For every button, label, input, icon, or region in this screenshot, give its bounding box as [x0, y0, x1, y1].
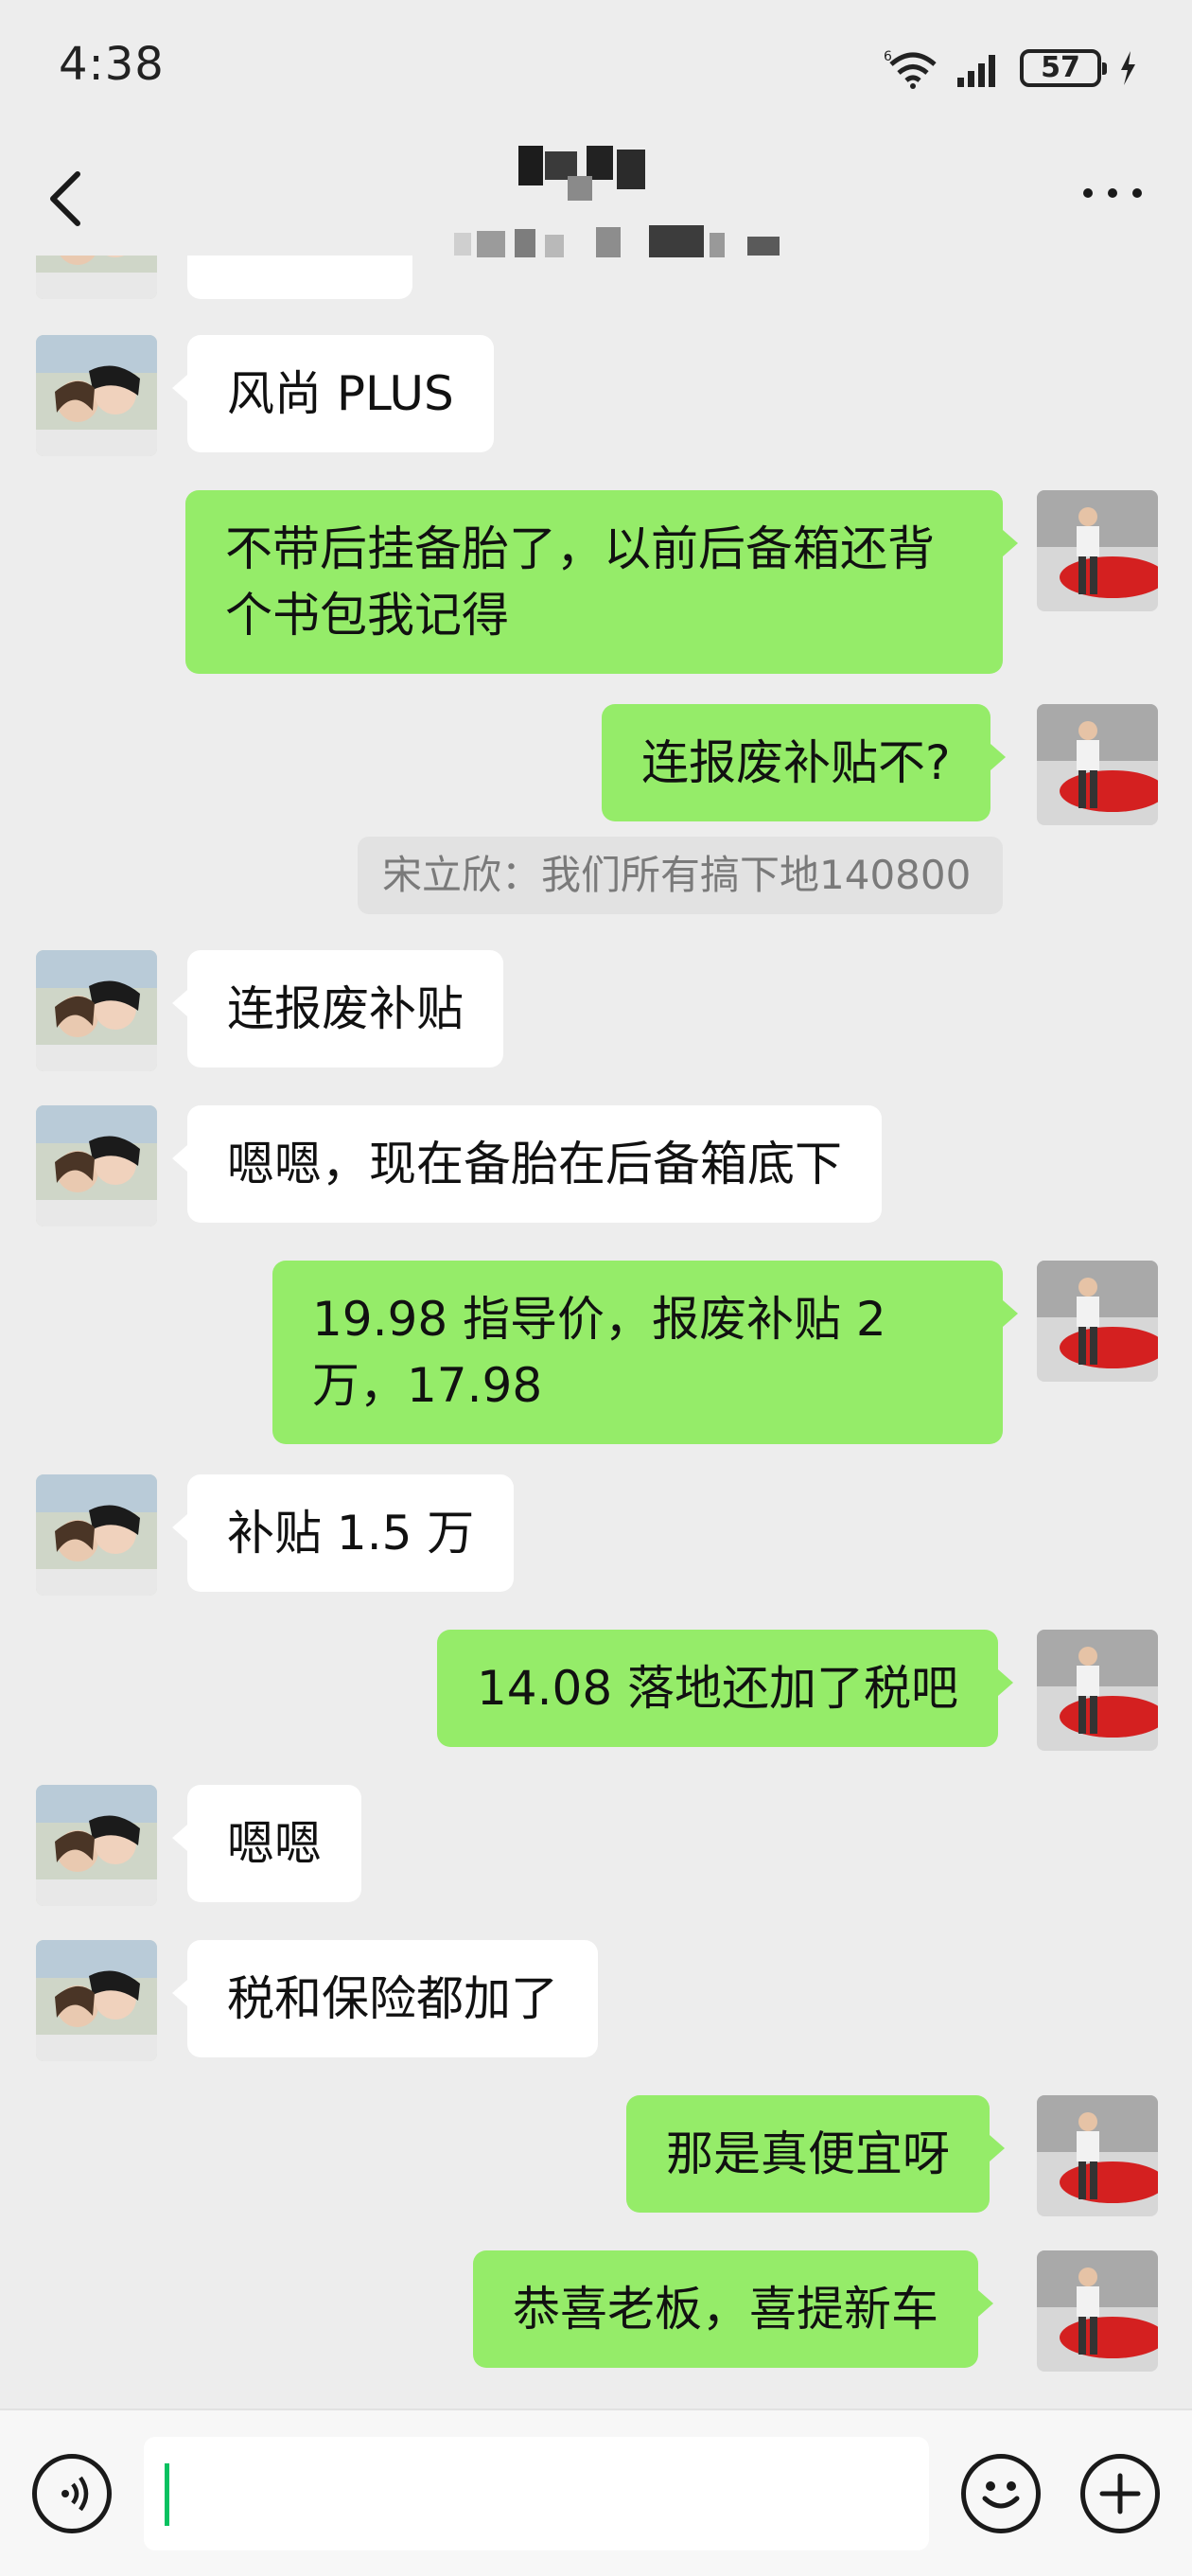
message-sent[interactable]: 连报废补贴不?	[602, 704, 1006, 821]
blurred-chat-title	[454, 146, 780, 257]
contact-avatar[interactable]	[36, 950, 157, 1071]
chevron-left-icon[interactable]	[38, 161, 95, 237]
voice-icon[interactable]	[32, 2454, 112, 2533]
contact-avatar	[36, 256, 157, 299]
charging-bolt-icon	[1121, 51, 1135, 85]
status-time: 4:38	[59, 38, 165, 91]
message-received[interactable]: 嗯嗯，现在备胎在后备箱底下	[172, 1105, 882, 1223]
emoji-glyph	[982, 2481, 1020, 2509]
plus-glyph	[1099, 2473, 1141, 2514]
emoji-icon[interactable]	[961, 2454, 1041, 2533]
contact-avatar[interactable]	[36, 335, 157, 456]
text-cursor	[165, 2463, 169, 2526]
voice-glyph	[61, 2476, 89, 2512]
contact-avatar[interactable]	[36, 1105, 157, 1226]
user-avatar[interactable]	[1037, 1261, 1158, 1382]
contact-avatar[interactable]	[36, 1785, 157, 1906]
message-received[interactable]: 连报废补贴	[172, 950, 503, 1067]
message-received[interactable]: 税和保险都加了	[172, 1940, 598, 2057]
plus-icon[interactable]	[1080, 2454, 1160, 2533]
user-avatar[interactable]	[1037, 1630, 1158, 1751]
contact-avatar[interactable]	[36, 1940, 157, 2061]
message-sent[interactable]: 19.98 指导价，报废补贴 2 万，17.98	[272, 1261, 1018, 1444]
chat-header	[0, 142, 1192, 265]
partial-previous-message	[187, 256, 412, 299]
contact-avatar[interactable]	[36, 1474, 157, 1596]
input-bar	[0, 2408, 1192, 2576]
status-bar: 4:38 6 57	[0, 0, 1192, 132]
user-avatar[interactable]	[1037, 490, 1158, 611]
message-sent[interactable]: 14.08 落地还加了税吧	[437, 1630, 1014, 1747]
message-received[interactable]: 补贴 1.5 万	[171, 1474, 515, 1592]
message-sent[interactable]: 不带后挂备胎了，以前后备箱还背个书包我记得	[185, 490, 1018, 674]
user-avatar[interactable]	[1037, 704, 1158, 825]
signal-icon	[957, 55, 995, 87]
message-received[interactable]: 风尚 PLUS	[172, 335, 494, 452]
message-sent[interactable]: 那是真便宜呀	[626, 2095, 1005, 2213]
user-avatar[interactable]	[1037, 2095, 1158, 2216]
message-sent[interactable]: 恭喜老板，喜提新车	[473, 2250, 993, 2368]
message-input[interactable]	[144, 2437, 929, 2550]
battery-level: 57	[1041, 51, 1080, 84]
more-dots-icon[interactable]	[1075, 165, 1150, 221]
wifi-icon: 6	[884, 49, 937, 89]
battery-icon: 57	[1020, 49, 1107, 87]
system-icons: 6 57	[884, 42, 1137, 95]
quoted-message[interactable]: 宋立欣：我们所有搞下地140800	[358, 837, 1003, 914]
user-avatar[interactable]	[1037, 2250, 1158, 2372]
message-received[interactable]: 嗯嗯	[172, 1785, 361, 1902]
